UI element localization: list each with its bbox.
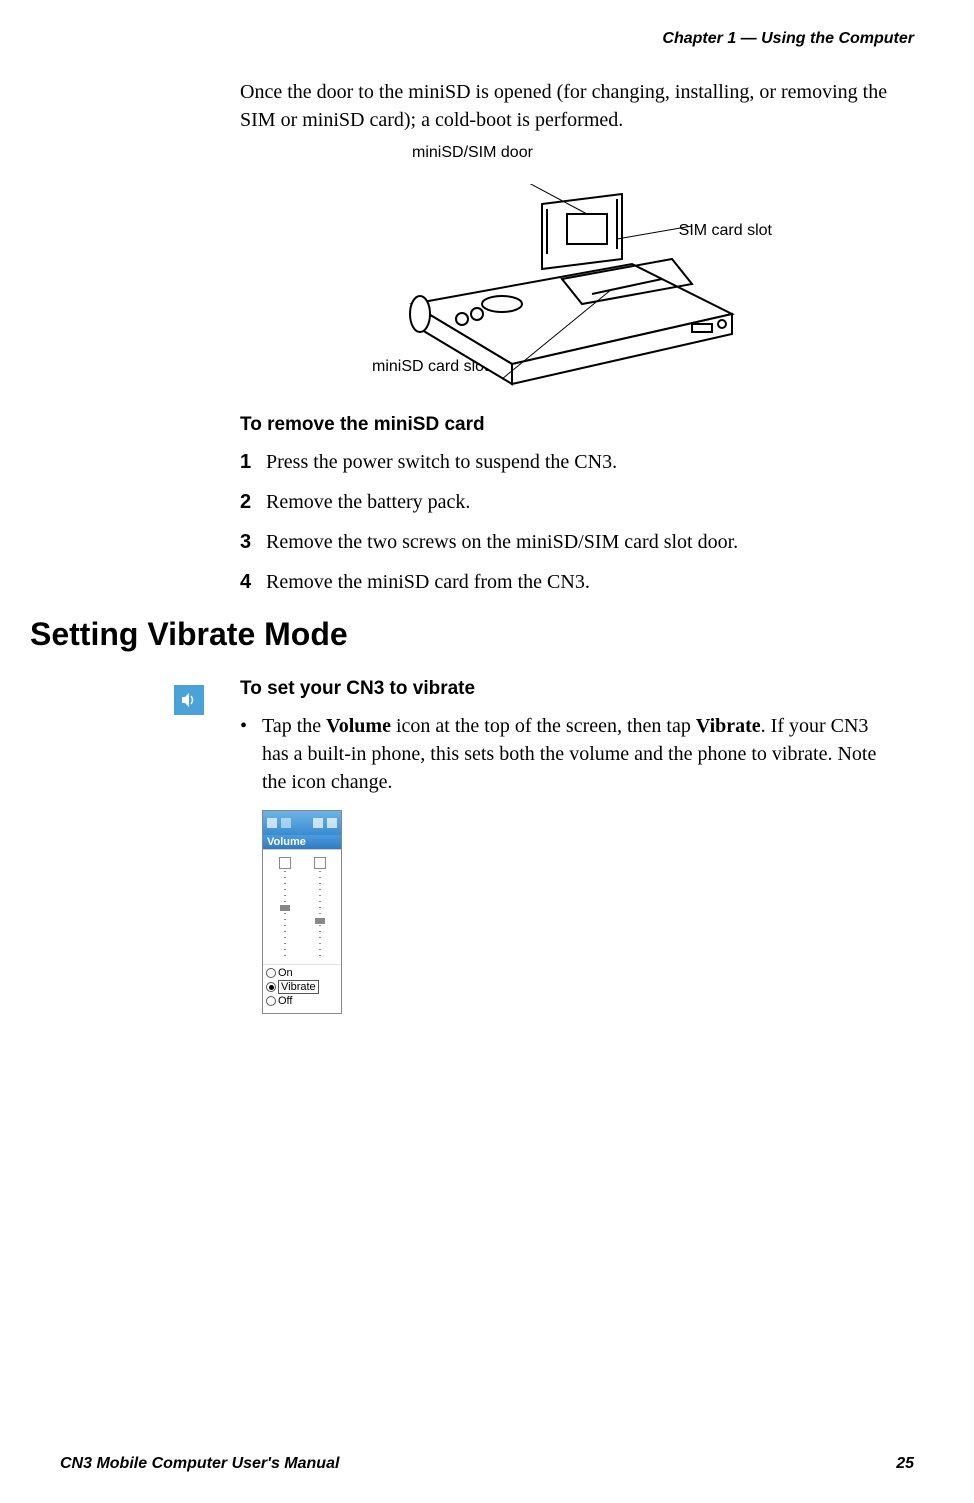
speaker-icon-svg — [179, 690, 199, 710]
bullet-bold-volume: Volume — [326, 715, 391, 737]
volume-panel-title: Volume — [263, 835, 341, 850]
radio-icon[interactable] — [266, 982, 276, 992]
bullet-text-part: Tap the — [262, 715, 326, 737]
volume-sliders-area — [263, 850, 341, 965]
section-heading-vibrate: Setting Vibrate Mode — [30, 616, 914, 653]
speaker-icon — [174, 685, 204, 715]
step-number: 4 — [240, 568, 266, 596]
step-number: 1 — [240, 448, 266, 476]
option-vibrate[interactable]: Vibrate — [266, 980, 338, 994]
step-text: Press the power switch to suspend the CN… — [266, 448, 617, 476]
volume-slider-right[interactable] — [313, 857, 327, 957]
slider-thumb[interactable] — [315, 918, 325, 924]
bullet-text-part: icon at the top of the screen, then tap — [391, 715, 696, 737]
volume-options: On Vibrate Off — [263, 965, 341, 1013]
screenshot-titlebar — [263, 811, 341, 835]
option-on[interactable]: On — [266, 967, 338, 979]
titlebar-icon — [327, 818, 337, 828]
radio-icon[interactable] — [266, 968, 276, 978]
vibrate-bullet: • Tap the Volume icon at the top of the … — [240, 712, 894, 796]
step-number: 3 — [240, 528, 266, 556]
step-text: Remove the two screws on the miniSD/SIM … — [266, 528, 738, 556]
bullet-bold-vibrate: Vibrate — [696, 715, 761, 737]
step-text: Remove the miniSD card from the CN3. — [266, 568, 590, 596]
diagram-label-sim-door: miniSD/SIM door — [412, 144, 533, 162]
step-text: Remove the battery pack. — [266, 488, 470, 516]
device-illustration — [392, 184, 752, 394]
speaker-small-icon — [279, 857, 291, 869]
titlebar-icon — [313, 818, 323, 828]
bullet-text: Tap the Volume icon at the top of the sc… — [262, 712, 894, 796]
list-item: 2 Remove the battery pack. — [240, 488, 894, 516]
titlebar-icon — [281, 818, 291, 828]
option-off[interactable]: Off — [266, 995, 338, 1007]
list-item: 1 Press the power switch to suspend the … — [240, 448, 894, 476]
footer-page-number: 25 — [896, 1455, 914, 1473]
volume-slider-left[interactable] — [278, 857, 292, 957]
option-label: On — [278, 967, 293, 979]
content-area: Once the door to the miniSD is opened (f… — [240, 78, 894, 596]
list-item: 4 Remove the miniSD card from the CN3. — [240, 568, 894, 596]
footer-manual-title: CN3 Mobile Computer User's Manual — [60, 1455, 339, 1473]
chapter-title: Chapter 1 — Using the Computer — [662, 30, 914, 47]
vibrate-content: To set your CN3 to vibrate • Tap the Vol… — [240, 678, 894, 1014]
page-header: Chapter 1 — Using the Computer — [60, 30, 914, 48]
step-number: 2 — [240, 488, 266, 516]
bullet-marker: • — [240, 712, 262, 796]
intro-paragraph: Once the door to the miniSD is opened (f… — [240, 78, 894, 134]
device-diagram: miniSD/SIM door SIM card slot miniSD car… — [342, 144, 792, 404]
titlebar-icon — [267, 818, 277, 828]
slider-track-line — [319, 871, 321, 957]
list-item: 3 Remove the two screws on the miniSD/SI… — [240, 528, 894, 556]
slider-track-line — [284, 871, 286, 957]
remove-steps-list: 1 Press the power switch to suspend the … — [240, 448, 894, 596]
volume-popup-screenshot: Volume On Vibrate — [262, 810, 342, 1014]
radio-icon[interactable] — [266, 996, 276, 1006]
option-label-selected: Vibrate — [278, 980, 319, 994]
option-label: Off — [278, 995, 292, 1007]
vibrate-heading: To set your CN3 to vibrate — [240, 678, 894, 700]
remove-heading: To remove the miniSD card — [240, 414, 894, 436]
page-footer: CN3 Mobile Computer User's Manual 25 — [60, 1455, 914, 1473]
phone-small-icon — [314, 857, 326, 869]
slider-thumb[interactable] — [280, 905, 290, 911]
